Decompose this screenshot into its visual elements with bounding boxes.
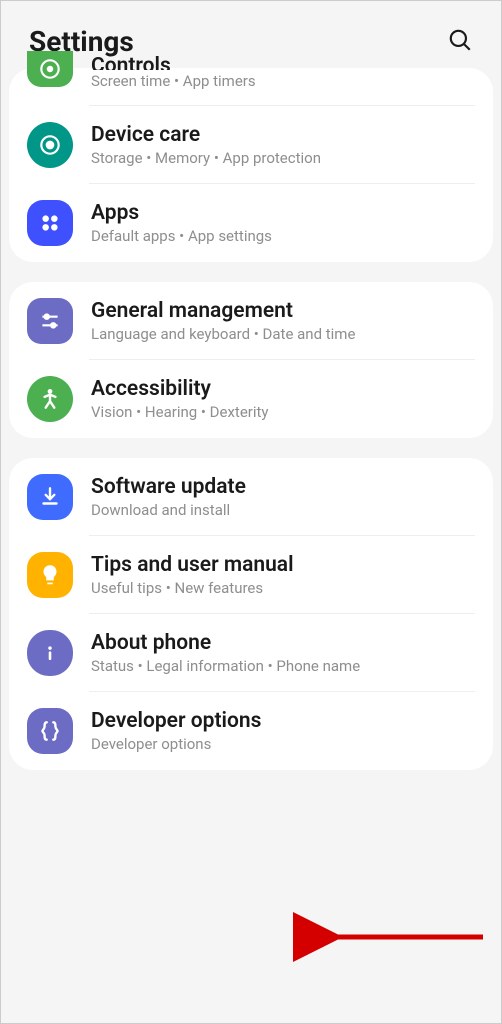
accessibility-icon xyxy=(27,376,73,422)
sliders-icon xyxy=(27,298,73,344)
item-title: Device care xyxy=(91,123,475,147)
item-title: Developer options xyxy=(91,709,475,733)
settings-item-accessibility[interactable]: Accessibility Vision • Hearing • Dexteri… xyxy=(9,360,493,438)
settings-item-developer-options[interactable]: Developer options Developer options xyxy=(9,692,493,770)
item-subtitle: Status • Legal information • Phone name xyxy=(91,657,475,675)
settings-item-about-phone[interactable]: About phone Status • Legal information •… xyxy=(9,614,493,692)
item-subtitle: Vision • Hearing • Dexterity xyxy=(91,403,475,421)
item-subtitle: Storage • Memory • App protection xyxy=(91,149,475,167)
annotation-arrow xyxy=(293,907,493,967)
code-braces-icon xyxy=(27,708,73,754)
settings-group: Controls Screen time • App timers Device… xyxy=(9,68,493,262)
item-title: About phone xyxy=(91,631,475,655)
device-care-icon xyxy=(27,122,73,168)
settings-list: Controls Screen time • App timers Device… xyxy=(1,68,501,770)
lightbulb-icon xyxy=(27,552,73,598)
settings-item-device-care[interactable]: Device care Storage • Memory • App prote… xyxy=(9,106,493,184)
settings-group: General management Language and keyboard… xyxy=(9,282,493,438)
item-title: Software update xyxy=(91,475,475,499)
settings-item-tips[interactable]: Tips and user manual Useful tips • New f… xyxy=(9,536,493,614)
info-icon xyxy=(27,630,73,676)
item-title: Tips and user manual xyxy=(91,553,475,577)
item-title: Controls xyxy=(91,56,475,70)
item-title: Apps xyxy=(91,201,475,225)
settings-group: Software update Download and install Tip… xyxy=(9,458,493,770)
search-icon[interactable] xyxy=(447,27,473,57)
item-subtitle: Developer options xyxy=(91,735,475,753)
item-subtitle: Useful tips • New features xyxy=(91,579,475,597)
item-subtitle: Screen time • App timers xyxy=(91,72,475,90)
item-title: Accessibility xyxy=(91,377,475,401)
apps-icon xyxy=(27,200,73,246)
controls-icon xyxy=(27,51,73,87)
settings-item-software-update[interactable]: Software update Download and install xyxy=(9,458,493,536)
item-subtitle: Default apps • App settings xyxy=(91,227,475,245)
item-subtitle: Download and install xyxy=(91,501,475,519)
item-subtitle: Language and keyboard • Date and time xyxy=(91,325,475,343)
settings-item-apps[interactable]: Apps Default apps • App settings xyxy=(9,184,493,262)
item-title: General management xyxy=(91,299,475,323)
settings-item-general-management[interactable]: General management Language and keyboard… xyxy=(9,282,493,360)
download-icon xyxy=(27,474,73,520)
settings-item-controls[interactable]: Controls Screen time • App timers xyxy=(9,68,493,106)
